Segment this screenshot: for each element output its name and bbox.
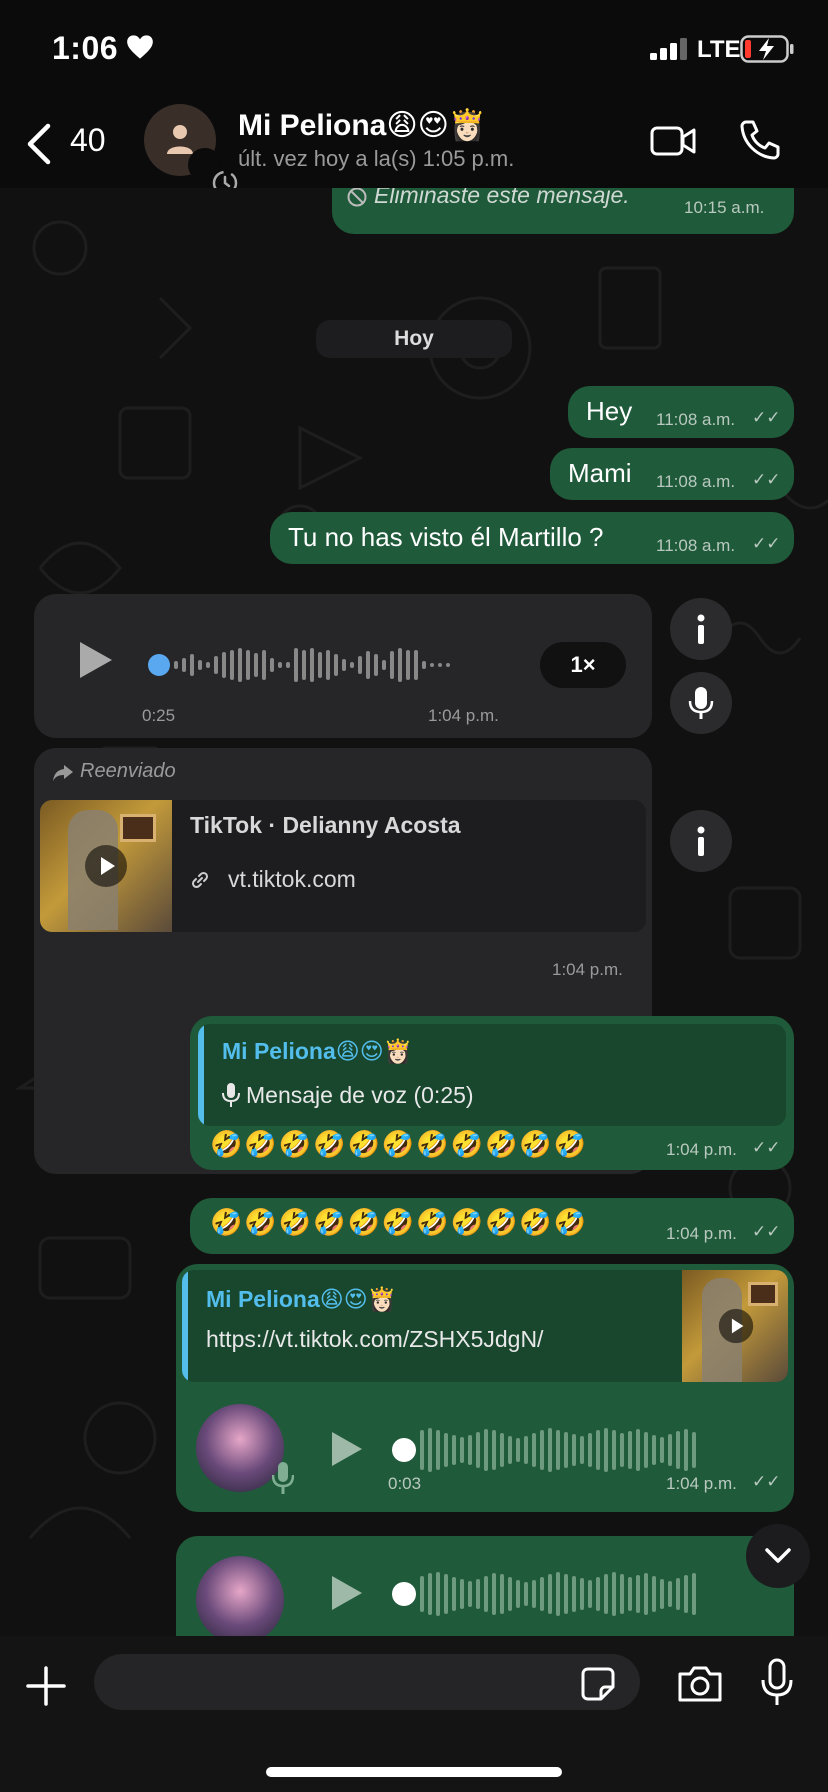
play-icon <box>85 845 127 887</box>
voice-waveform <box>420 1570 696 1618</box>
deleted-text: Eliminaste este mensaje. <box>374 188 630 208</box>
disappearing-timer-icon <box>188 148 238 196</box>
voice-waveform <box>174 644 450 686</box>
link-preview-card[interactable]: TikTok · Delianny Acosta vt.tiktok.com <box>40 800 646 932</box>
chat-header: 40 Mi Peliona😩😍👸🏻 últ. vez hoy a la(s) 1… <box>0 100 828 196</box>
status-time: 1:06 <box>52 30 119 66</box>
chat-area[interactable]: Eliminaste este mensaje. 10:15 a.m. Hoy … <box>0 188 828 1636</box>
mic-icon <box>272 1462 294 1494</box>
message-text: Tu no has visto él Martillo ? <box>288 522 604 552</box>
back-chevron-icon[interactable] <box>24 122 54 166</box>
transcribe-button[interactable] <box>670 672 732 734</box>
last-seen: últ. vez hoy a la(s) 1:05 p.m. <box>238 146 515 171</box>
quoted-message[interactable]: Mi Peliona😩😍👸🏻 https://vt.tiktok.com/ZSH… <box>182 1270 788 1382</box>
quoted-sender: Mi Peliona😩😍👸🏻 <box>206 1286 397 1312</box>
video-thumbnail <box>682 1270 788 1382</box>
mic-icon <box>688 687 714 719</box>
message-emojis: 🤣🤣🤣🤣🤣🤣🤣🤣🤣🤣🤣 <box>210 1208 589 1238</box>
info-icon <box>697 826 705 856</box>
voice-duration: 0:25 <box>142 706 176 725</box>
unread-count[interactable]: 40 <box>70 122 106 159</box>
video-thumbnail <box>40 800 172 932</box>
message-input[interactable] <box>94 1654 640 1710</box>
message-time: 11:08 a.m. <box>656 536 736 555</box>
message-text: Mami <box>568 458 632 488</box>
message-time: 1:04 p.m. <box>666 1474 737 1493</box>
heart-icon <box>127 35 153 59</box>
forwarded-label: Reenviado <box>80 760 176 782</box>
play-icon[interactable] <box>78 640 114 680</box>
message-time: 10:15 a.m. <box>684 198 765 217</box>
scroll-down-icon <box>765 1548 791 1563</box>
read-ticks-icon: ✓✓ <box>752 1222 781 1241</box>
link-title: TikTok · Delianny Acosta <box>190 812 461 838</box>
day-separator: Hoy <box>316 320 512 358</box>
plus-icon[interactable] <box>26 1666 66 1706</box>
reply-voice-message[interactable]: Mi Peliona😩😍👸🏻 Mensaje de voz (0:25) 🤣🤣🤣… <box>190 1016 794 1170</box>
message-mami[interactable]: Mami 11:08 a.m. ✓✓ <box>550 448 794 500</box>
forward-icon <box>53 765 73 781</box>
quoted-sender: Mi Peliona😩😍👸🏻 <box>222 1038 413 1064</box>
message-hey[interactable]: Hey 11:08 a.m. ✓✓ <box>568 386 794 438</box>
play-icon[interactable] <box>330 1430 364 1468</box>
playback-scrubber[interactable] <box>392 1438 416 1462</box>
read-ticks-icon: ✓✓ <box>752 408 781 427</box>
message-martillo[interactable]: Tu no has visto él Martillo ? 11:08 a.m.… <box>270 512 794 564</box>
scroll-down-button[interactable] <box>746 1524 810 1588</box>
sender-avatar <box>196 1556 284 1636</box>
message-emojis: 🤣🤣🤣🤣🤣🤣🤣🤣🤣🤣🤣 <box>210 1130 589 1160</box>
info-button[interactable] <box>670 810 732 872</box>
battery-charging-icon <box>740 35 794 63</box>
info-icon <box>697 614 705 644</box>
play-icon <box>718 1308 754 1344</box>
blocked-icon <box>347 188 367 207</box>
deleted-message[interactable]: Eliminaste este mensaje. 10:15 a.m. <box>332 188 794 234</box>
sticker-icon[interactable] <box>580 1666 616 1702</box>
message-text: Hey <box>586 396 633 426</box>
link-icon <box>191 871 209 889</box>
voice-waveform <box>420 1426 696 1474</box>
quoted-message[interactable]: Mi Peliona😩😍👸🏻 Mensaje de voz (0:25) <box>198 1024 786 1126</box>
avatar[interactable] <box>144 104 238 196</box>
emoji-message[interactable]: 🤣🤣🤣🤣🤣🤣🤣🤣🤣🤣🤣 1:04 p.m. ✓✓ <box>190 1198 794 1254</box>
home-indicator[interactable] <box>266 1767 562 1777</box>
read-ticks-icon: ✓✓ <box>752 1138 781 1157</box>
message-time: 1:04 p.m. <box>552 960 623 979</box>
voice-duration: 0:03 <box>388 1474 422 1493</box>
person-icon <box>167 125 193 154</box>
read-ticks-icon: ✓✓ <box>752 534 781 553</box>
message-time: 1:04 p.m. <box>666 1140 737 1159</box>
playback-scrubber[interactable] <box>392 1582 416 1606</box>
quoted-text: https://vt.tiktok.com/ZSHX5JdgN/ <box>206 1326 544 1352</box>
video-call-icon[interactable] <box>650 124 696 158</box>
camera-icon[interactable] <box>676 1664 724 1704</box>
info-button[interactable] <box>670 598 732 660</box>
message-time: 1:04 p.m. <box>666 1224 737 1243</box>
contact-name[interactable]: Mi Peliona😩😍👸🏻 <box>238 108 486 143</box>
mic-icon[interactable] <box>760 1658 794 1708</box>
voice-message-incoming[interactable]: 1× 0:25 1:04 p.m. <box>34 594 652 738</box>
reply-link-voice-message[interactable]: Mi Peliona😩😍👸🏻 https://vt.tiktok.com/ZSH… <box>176 1264 794 1512</box>
message-time: 1:04 p.m. <box>428 706 499 725</box>
status-bar: 1:06 LTE <box>0 0 828 100</box>
playback-speed-button[interactable]: 1× <box>540 642 626 688</box>
signal-icon <box>650 38 687 60</box>
play-icon[interactable] <box>330 1574 364 1612</box>
read-ticks-icon: ✓✓ <box>752 1472 781 1491</box>
mic-icon <box>222 1083 240 1107</box>
message-time: 11:08 a.m. <box>656 410 736 429</box>
sender-avatar <box>196 1404 284 1492</box>
voice-message-outgoing[interactable] <box>176 1536 794 1636</box>
quoted-text: Mensaje de voz (0:25) <box>246 1082 474 1108</box>
network-label: LTE <box>697 36 741 63</box>
link-domain: vt.tiktok.com <box>228 866 356 892</box>
phone-icon[interactable] <box>738 118 782 162</box>
read-ticks-icon: ✓✓ <box>752 470 781 489</box>
playback-scrubber[interactable] <box>148 654 170 676</box>
message-time: 11:08 a.m. <box>656 472 736 491</box>
